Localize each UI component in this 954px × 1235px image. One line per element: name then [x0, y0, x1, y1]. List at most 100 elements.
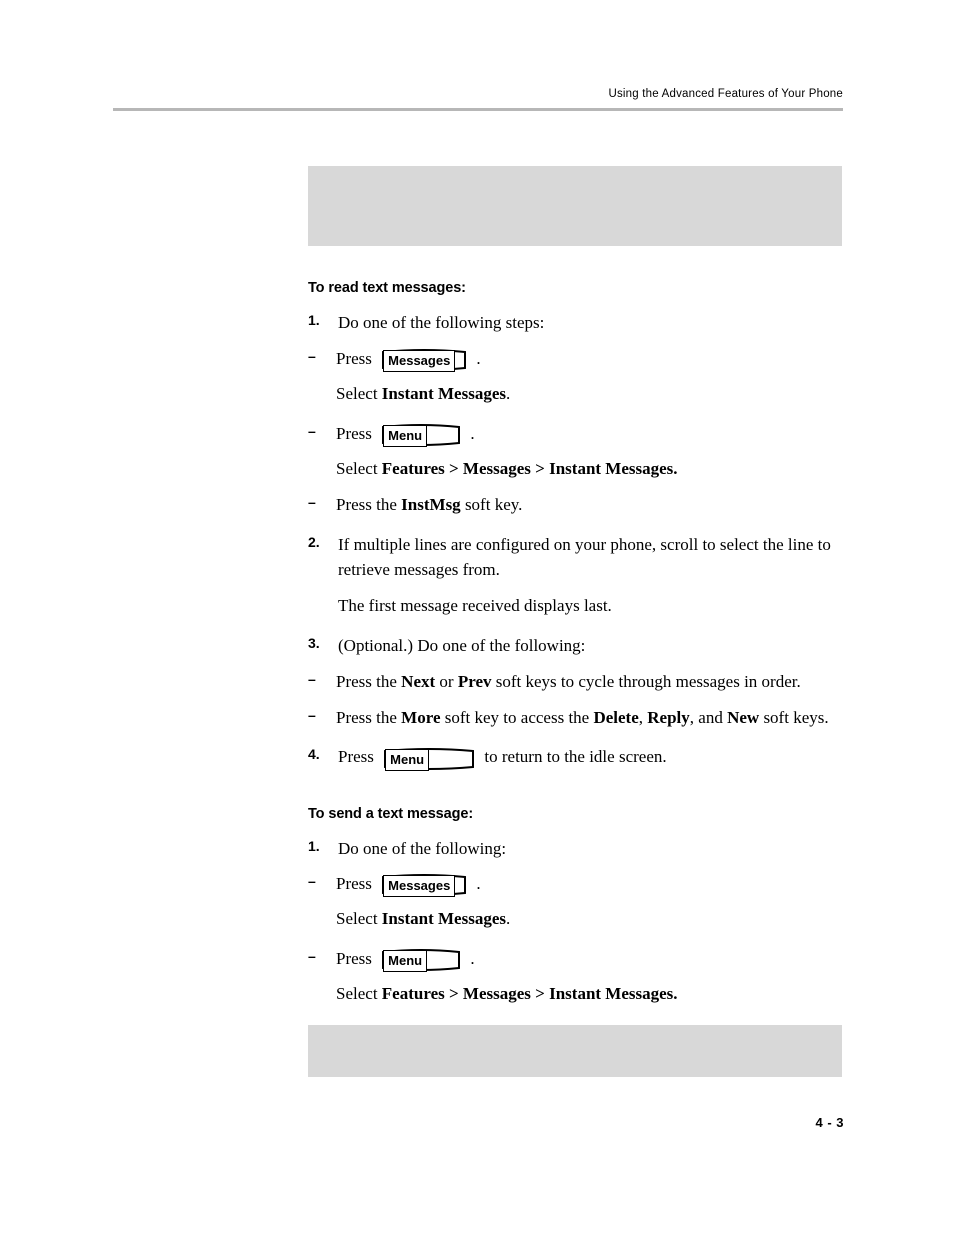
text-mid-3: , and	[689, 707, 728, 727]
sub-item-dash: –	[308, 706, 316, 723]
sub-item-text: Press the InstMsg soft key.	[336, 492, 842, 518]
sub-item-follow-text: Select Features > Messages > Instant Mes…	[336, 456, 842, 482]
phone-key-label: Menu	[383, 424, 428, 447]
sub-item-dash: –	[308, 948, 316, 965]
step-note-row: The first message received displays last…	[308, 593, 842, 619]
header-rule	[113, 107, 843, 111]
sub-item: – Press Menu .	[308, 946, 842, 973]
sub-item-dash: –	[308, 347, 316, 364]
step-item: 2. If multiple lines are configured on y…	[308, 532, 842, 584]
sub-item-trailing-period: .	[470, 949, 475, 969]
softkey-name-delete: Delete	[593, 707, 639, 727]
step-number: 1.	[308, 312, 320, 328]
sub-item: – Press Messages .	[308, 346, 842, 373]
phone-key-menu[interactable]: Menu	[382, 746, 476, 772]
text-mid-1: soft key to access the	[440, 707, 594, 727]
phone-key-label: Menu	[385, 748, 430, 771]
select-label: Select	[336, 383, 382, 403]
sub-item: – Press the Next or Prev soft keys to cy…	[308, 669, 842, 695]
step-number: 3.	[308, 634, 320, 651]
text-mid-2: ,	[638, 707, 648, 727]
step-number: 2.	[308, 533, 320, 550]
section-heading-send-text-message: To send a text message:	[308, 805, 474, 822]
sub-item-follow-text: Select Instant Messages.	[336, 381, 842, 407]
press-label: Press	[336, 949, 372, 969]
softkey-name: InstMsg	[401, 494, 461, 514]
menu-path: Features > Messages > Instant Messages.	[381, 458, 678, 478]
step-tail-text: to return to the idle screen.	[484, 747, 667, 767]
sub-item-dash: –	[308, 670, 316, 687]
step-number: 1.	[308, 837, 320, 854]
step-note: The first message received displays last…	[338, 596, 612, 616]
step-text: Do one of the following steps:	[338, 313, 545, 332]
sub-item-text: Press Menu .	[336, 421, 842, 448]
phone-key-label: Menu	[383, 950, 428, 973]
sub-item-dash: –	[308, 493, 316, 510]
select-tail: .	[506, 383, 511, 403]
step-text: If multiple lines are configured on your…	[338, 534, 831, 580]
sub-item: – Press Messages .	[308, 871, 842, 898]
text-pre: Press the	[336, 707, 402, 727]
phone-key-label: Messages	[383, 349, 456, 372]
text-pre: Press the	[336, 671, 402, 691]
text-mid: or	[435, 671, 458, 691]
step-item: 1. Do one of the following steps:	[308, 310, 842, 336]
softkey-name-more: More	[401, 707, 441, 727]
content-placeholder-box-bottom	[308, 1025, 842, 1078]
sub-item-text: Press Messages .	[336, 871, 842, 898]
sub-item-follow-text: Select Instant Messages.	[336, 906, 842, 932]
text-post: soft keys.	[759, 707, 829, 727]
section-heading-read-text-messages: To read text messages:	[308, 280, 466, 296]
sub-item-trailing-period: .	[476, 874, 481, 894]
select-label: Select	[336, 909, 382, 929]
select-tail: .	[506, 909, 511, 929]
step-item: 3. (Optional.) Do one of the following:	[308, 633, 842, 659]
sub-item-follow: Select Features > Messages > Instant Mes…	[308, 456, 842, 482]
page-number: 4 - 3	[815, 1115, 844, 1130]
sub-item: – Press Menu .	[308, 421, 842, 448]
softkey-name-next: Next	[401, 671, 436, 691]
softkey-name-new: New	[727, 707, 760, 727]
sub-item-follow: Select Instant Messages.	[308, 381, 842, 407]
sub-item-follow-text: Select Features > Messages > Instant Mes…	[336, 981, 842, 1007]
step-item: 4. Press Menu to return to the idle scre…	[308, 744, 842, 771]
press-label: Press	[338, 747, 374, 767]
phone-key-messages[interactable]: Messages	[380, 347, 468, 373]
sub-item-follow: Select Features > Messages > Instant Mes…	[308, 981, 842, 1007]
press-label: Press	[336, 874, 372, 894]
page-header: Using the Advanced Features of Your Phon…	[113, 88, 843, 111]
phone-key-menu[interactable]: Menu	[380, 422, 462, 448]
content-placeholder-box-top	[308, 166, 842, 246]
menu-path: Features > Messages > Instant Messages.	[381, 984, 678, 1004]
page-content: To read text messages: 1. Do one of the …	[308, 166, 842, 1078]
step-item: 1. Do one of the following:	[308, 836, 842, 862]
sub-item-trailing-period: .	[476, 348, 481, 368]
step-text: Do one of the following:	[338, 838, 507, 858]
sub-item-follow: Select Instant Messages.	[308, 906, 842, 932]
phone-key-label: Messages	[383, 875, 456, 898]
select-label: Select	[336, 458, 382, 478]
select-label: Select	[336, 984, 382, 1004]
menu-path: Instant Messages	[381, 383, 506, 403]
sub-item-text: Press Messages .	[336, 346, 842, 373]
sub-item-text: Press the Next or Prev soft keys to cycl…	[336, 669, 842, 695]
step-text: (Optional.) Do one of the following:	[338, 635, 586, 655]
sub-item: – Press the More soft key to access the …	[308, 705, 842, 731]
step-text: Press Menu to return to the idle screen.	[338, 744, 842, 771]
text-post: soft key.	[460, 494, 523, 514]
sub-item-text: Press the More soft key to access the De…	[336, 705, 842, 731]
press-label: Press	[336, 423, 372, 443]
sub-item-dash: –	[308, 422, 316, 439]
sub-item-dash: –	[308, 873, 316, 890]
phone-key-messages[interactable]: Messages	[380, 872, 468, 898]
softkey-name-reply: Reply	[647, 707, 690, 727]
sub-item-text: Press Menu .	[336, 946, 842, 973]
sub-item: – Press the InstMsg soft key.	[308, 492, 842, 518]
text-post: soft keys to cycle through messages in o…	[491, 671, 801, 691]
sub-item-trailing-period: .	[470, 423, 475, 443]
phone-key-menu[interactable]: Menu	[380, 947, 462, 973]
press-label: Press	[336, 348, 372, 368]
text-pre: Press the	[336, 494, 402, 514]
step-number: 4.	[308, 746, 320, 763]
softkey-name-prev: Prev	[457, 671, 492, 691]
